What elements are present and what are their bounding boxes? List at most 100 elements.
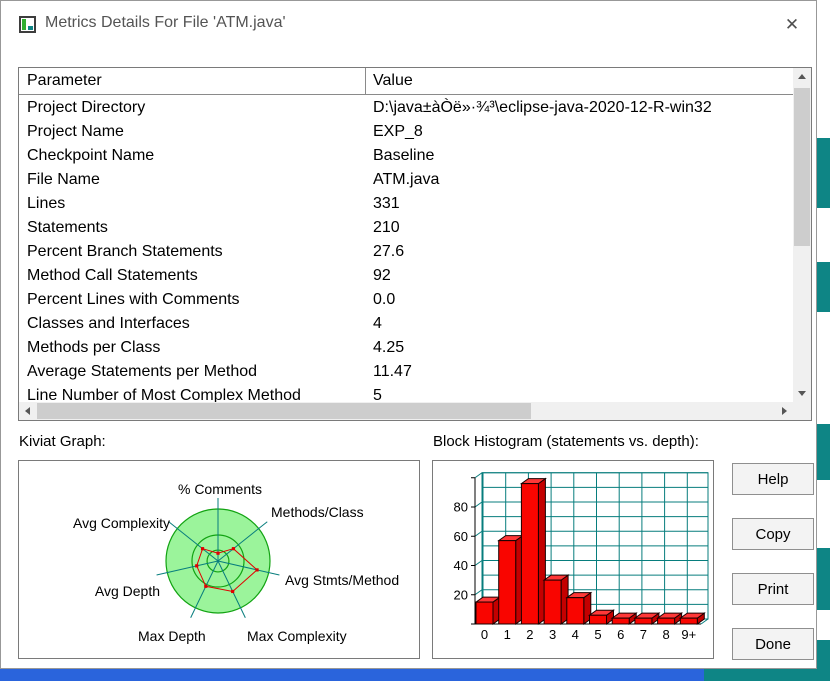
table-row[interactable]: Checkpoint Name Baseline bbox=[19, 144, 793, 168]
cell-value: 92 bbox=[373, 267, 391, 284]
cell-parameter: Lines bbox=[27, 195, 66, 212]
cell-value: 4 bbox=[373, 315, 382, 332]
vertical-scroll-thumb[interactable] bbox=[794, 88, 810, 246]
column-header-value[interactable]: Value bbox=[366, 68, 793, 94]
horizontal-scroll-thumb[interactable] bbox=[37, 403, 531, 419]
x-tick-label: 3 bbox=[549, 627, 556, 642]
copy-button[interactable]: Copy bbox=[732, 518, 814, 550]
histogram-panel: 20 40 60 80 0 1 2 3 4 5 6 7 8 9+ bbox=[432, 460, 714, 659]
screen: Metrics Details For File 'ATM.java' ✕ Pa… bbox=[0, 0, 830, 681]
block-histogram: 20 40 60 80 0 1 2 3 4 5 6 7 8 9+ bbox=[454, 472, 709, 642]
x-tick-label: 2 bbox=[526, 627, 533, 642]
scroll-left-button[interactable] bbox=[19, 402, 36, 420]
horizontal-scrollbar[interactable] bbox=[19, 402, 793, 420]
table-row[interactable]: Line Number of Most Complex Method 5 bbox=[19, 384, 793, 402]
bar-depth-3 bbox=[542, 574, 570, 625]
bar-depth-9+ bbox=[678, 612, 706, 625]
histogram-label: Block Histogram (statements vs. depth): bbox=[433, 433, 699, 450]
histogram-y-labels: 20 40 60 80 bbox=[454, 500, 468, 603]
cell-value: ATM.java bbox=[373, 171, 440, 188]
help-button[interactable]: Help bbox=[732, 463, 814, 495]
table-row[interactable]: Percent Branch Statements 27.6 bbox=[19, 240, 793, 264]
background-window-strip bbox=[0, 669, 704, 681]
cell-parameter: Percent Lines with Comments bbox=[27, 291, 240, 308]
cell-parameter: File Name bbox=[27, 171, 100, 188]
kiviat-axis-label: Max Depth bbox=[138, 628, 206, 644]
kiviat-axis-label: % Comments bbox=[178, 481, 262, 497]
cell-parameter: Statements bbox=[27, 219, 108, 236]
table-row[interactable]: Lines 331 bbox=[19, 192, 793, 216]
cell-value: Baseline bbox=[373, 147, 435, 164]
kiviat-axis-label: Avg Complexity bbox=[73, 515, 170, 531]
x-tick-label: 5 bbox=[594, 627, 601, 642]
cell-value: 331 bbox=[373, 195, 400, 212]
done-button[interactable]: Done bbox=[732, 628, 814, 660]
y-tick-label: 40 bbox=[454, 558, 468, 573]
cell-value: 5 bbox=[373, 387, 382, 402]
desktop-background bbox=[816, 138, 830, 208]
desktop-background bbox=[816, 262, 830, 312]
kiviat-axis-label: Avg Depth bbox=[95, 583, 160, 599]
y-tick-label: 60 bbox=[454, 529, 468, 544]
table-row[interactable]: Method Call Statements 92 bbox=[19, 264, 793, 288]
app-icon-bar bbox=[22, 19, 26, 30]
bar-depth-4 bbox=[565, 591, 593, 625]
cell-parameter: Classes and Interfaces bbox=[27, 315, 190, 332]
cell-parameter: Project Name bbox=[27, 123, 124, 140]
table-row[interactable]: Percent Lines with Comments 0.0 bbox=[19, 288, 793, 312]
scroll-right-button[interactable] bbox=[776, 402, 793, 420]
print-button[interactable]: Print bbox=[732, 573, 814, 605]
cell-parameter: Methods per Class bbox=[27, 339, 161, 356]
cell-value: D:\java±àÒë»·¾³\eclipse-java-2020-12-R-w… bbox=[373, 99, 712, 116]
cell-value: 0.0 bbox=[373, 291, 396, 308]
table-row[interactable]: Classes and Interfaces 4 bbox=[19, 312, 793, 336]
cell-parameter: Line Number of Most Complex Method bbox=[27, 387, 301, 402]
desktop-background bbox=[704, 669, 830, 681]
dialog-title: Metrics Details For File 'ATM.java' bbox=[45, 14, 286, 31]
cell-parameter: Checkpoint Name bbox=[27, 147, 155, 164]
desktop-background bbox=[816, 548, 830, 610]
table-row[interactable]: Project Name EXP_8 bbox=[19, 120, 793, 144]
bar-depth-6 bbox=[610, 612, 638, 625]
cell-parameter: Method Call Statements bbox=[27, 267, 198, 284]
table-row[interactable]: Statements 210 bbox=[19, 216, 793, 240]
kiviat-graph: % Comments Methods/Class Avg Stmts/Method M… bbox=[73, 481, 399, 644]
bar-depth-8 bbox=[656, 612, 684, 625]
x-tick-label: 7 bbox=[640, 627, 647, 642]
histogram-bars bbox=[474, 477, 706, 625]
scroll-down-button[interactable] bbox=[793, 385, 811, 402]
app-icon-dot bbox=[28, 26, 33, 30]
scroll-left-icon bbox=[25, 407, 30, 415]
kiviat-axis-label: Methods/Class bbox=[271, 504, 364, 520]
y-tick-label: 80 bbox=[454, 500, 468, 515]
column-header-parameter[interactable]: Parameter bbox=[19, 68, 366, 94]
cell-value: 11.47 bbox=[373, 363, 412, 380]
scroll-up-button[interactable] bbox=[793, 68, 811, 85]
histogram-x-labels: 0 1 2 3 4 5 6 7 8 9+ bbox=[481, 627, 696, 642]
table-row[interactable]: File Name ATM.java bbox=[19, 168, 793, 192]
table-body: Project Directory D:\java±àÒë»·¾³\eclipse… bbox=[19, 96, 793, 402]
x-tick-label: 1 bbox=[504, 627, 511, 642]
cell-parameter: Project Directory bbox=[27, 99, 146, 116]
table-row[interactable]: Project Directory D:\java±àÒë»·¾³\eclipse… bbox=[19, 96, 793, 120]
bar-depth-1 bbox=[497, 534, 525, 625]
y-tick-label: 20 bbox=[454, 587, 468, 602]
cell-parameter: Average Statements per Method bbox=[27, 363, 258, 380]
x-tick-label: 4 bbox=[572, 627, 579, 642]
title-bar[interactable]: Metrics Details For File 'ATM.java' ✕ bbox=[1, 1, 816, 49]
vertical-scrollbar[interactable] bbox=[793, 68, 811, 402]
cell-value: 27.6 bbox=[373, 243, 405, 260]
desktop-background bbox=[816, 424, 830, 480]
close-icon: ✕ bbox=[784, 15, 800, 34]
metrics-details-dialog: Metrics Details For File 'ATM.java' ✕ Pa… bbox=[0, 0, 817, 669]
cell-parameter: Percent Branch Statements bbox=[27, 243, 223, 260]
cell-value: 4.25 bbox=[373, 339, 405, 356]
kiviat-graph-panel: % Comments Methods/Class Avg Stmts/Method M… bbox=[18, 460, 420, 659]
kiviat-graph-label: Kiviat Graph: bbox=[19, 433, 106, 450]
cell-value: 210 bbox=[373, 219, 400, 236]
close-button[interactable]: ✕ bbox=[776, 9, 808, 41]
table-row[interactable]: Methods per Class 4.25 bbox=[19, 336, 793, 360]
table-row[interactable]: Average Statements per Method 11.47 bbox=[19, 360, 793, 384]
scroll-right-icon bbox=[782, 407, 787, 415]
x-tick-label: 0 bbox=[481, 627, 488, 642]
